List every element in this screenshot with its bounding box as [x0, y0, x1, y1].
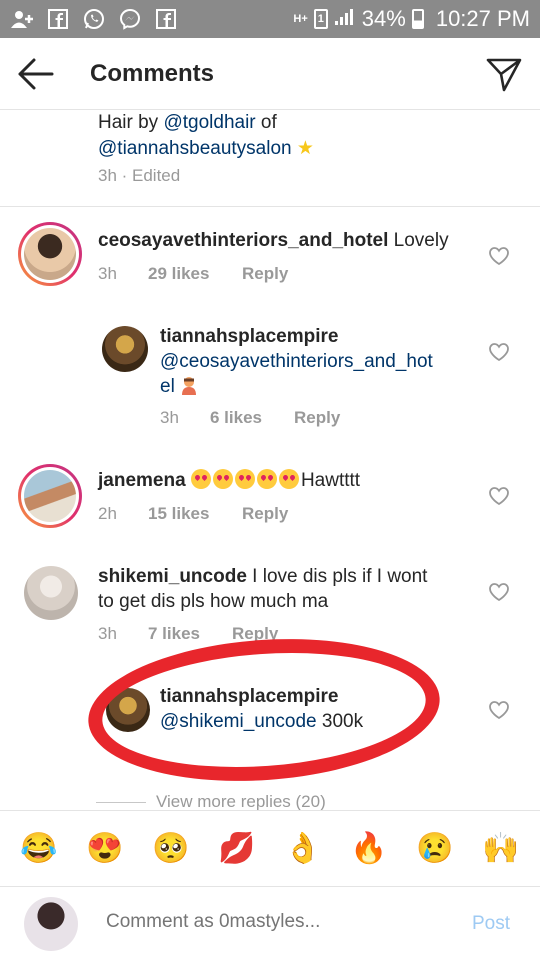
likes-count[interactable]: 15 likes	[148, 504, 242, 524]
comment-text: janemena Hawtttt	[98, 469, 361, 491]
reply-button[interactable]: Reply	[242, 504, 288, 524]
username-link[interactable]: janemena	[98, 470, 186, 491]
divider	[96, 801, 146, 803]
header: Comments	[0, 38, 540, 110]
heart-eyes-emoji-icon	[278, 469, 299, 489]
reply-button[interactable]: Reply	[242, 264, 288, 284]
post-caption: Hair by @tgoldhair of @tiannahsbeautysal…	[98, 112, 314, 159]
clock: 10:27 PM	[435, 6, 530, 31]
avatar[interactable]	[24, 566, 78, 620]
username-link[interactable]: shikemi_uncode	[98, 566, 247, 587]
like-heart-icon[interactable]	[488, 342, 510, 362]
likes-count[interactable]: 7 likes	[148, 624, 232, 644]
like-heart-icon[interactable]	[488, 246, 510, 266]
tears-of-joy-emoji-button[interactable]: 😂	[20, 831, 57, 867]
fire-emoji-button[interactable]: 🔥	[350, 831, 387, 867]
comment-time: 3h	[160, 408, 179, 427]
comment-text: ceosayavethinteriors_and_hotel Lovely	[98, 230, 449, 251]
username-link[interactable]: ceosayavethinteriors_and_hotel	[98, 230, 388, 251]
raised-hands-emoji-button[interactable]: 🙌	[482, 831, 519, 867]
comment-time: 3h	[98, 264, 117, 283]
view-more-replies[interactable]: View more replies (20)	[96, 792, 326, 812]
like-heart-icon[interactable]	[488, 582, 510, 602]
avatar	[24, 897, 78, 951]
comment-meta: 2h 15 likes Reply	[98, 504, 288, 524]
heart-eyes-emoji-icon	[190, 469, 211, 489]
mention-link[interactable]: @tgoldhair	[163, 112, 255, 133]
username-link[interactable]: tiannahsplacempire	[160, 326, 338, 347]
comment-text: shikemi_uncode I love dis pls if I wont …	[98, 566, 428, 612]
star-emoji: ★	[296, 138, 314, 159]
signal-icon	[334, 6, 356, 32]
comment-time: 3h	[98, 624, 117, 643]
reply-button[interactable]: Reply	[294, 408, 340, 428]
avatar[interactable]	[18, 222, 82, 286]
caption-meta: 3h · Edited	[98, 166, 181, 185]
ok-hand-emoji-button[interactable]: 👌	[284, 831, 321, 867]
heart-eyes-emoji-icon	[234, 469, 255, 489]
comment-input[interactable]	[106, 911, 446, 933]
post-button[interactable]: Post	[472, 913, 510, 935]
view-more-label: View more replies (20)	[156, 792, 326, 811]
kiss-mark-emoji-button[interactable]: 💋	[218, 831, 255, 867]
pleading-emoji-button[interactable]: 🥺	[152, 831, 189, 867]
page-title: Comments	[90, 60, 215, 87]
facebook-icon	[46, 7, 70, 31]
comment-time: 2h	[98, 504, 117, 523]
comment-meta: 3h 29 likes Reply	[98, 264, 288, 284]
like-heart-icon[interactable]	[488, 486, 510, 506]
crying-emoji-button[interactable]: 😢	[416, 831, 453, 867]
avatar[interactable]	[18, 464, 82, 528]
emoji-quick-bar: 😂 😍 🥺 💋 👌 🔥 😢 🙌	[0, 810, 540, 886]
comment-input-bar: Post	[0, 886, 540, 960]
likes-count[interactable]: 29 likes	[148, 264, 242, 284]
heart-eyes-emoji-icon	[256, 469, 277, 489]
red-circle-annotation	[83, 627, 445, 793]
mention-link[interactable]: @ceosayavethinteriors_and_hot	[160, 351, 433, 372]
send-icon[interactable]	[484, 54, 524, 94]
back-arrow-icon[interactable]	[16, 56, 56, 92]
heart-eyes-emoji-icon	[212, 469, 233, 489]
comment-meta: 3h 6 likes Reply	[160, 408, 340, 428]
status-bar: H+ 1 34% 10:27 PM	[0, 0, 540, 38]
whatsapp-icon	[82, 7, 106, 31]
network-type: H+	[293, 13, 308, 25]
facebook-icon	[154, 7, 178, 31]
like-heart-icon[interactable]	[488, 700, 510, 720]
sim-indicator: 1	[313, 9, 328, 29]
battery-icon	[411, 9, 424, 29]
add-user-icon	[10, 7, 34, 31]
likes-count[interactable]: 6 likes	[210, 408, 294, 428]
divider	[0, 206, 540, 207]
mention-link[interactable]: @tiannahsbeautysalon	[98, 138, 292, 159]
avatar[interactable]	[102, 326, 148, 372]
battery-percent: 34%	[361, 6, 406, 31]
messenger-icon	[118, 7, 142, 31]
heart-eyes-emoji-button[interactable]: 😍	[86, 831, 123, 867]
facepalm-emoji-icon	[180, 375, 198, 395]
comment-text: tiannahsplacempire @ceosayavethinteriors…	[160, 326, 433, 397]
